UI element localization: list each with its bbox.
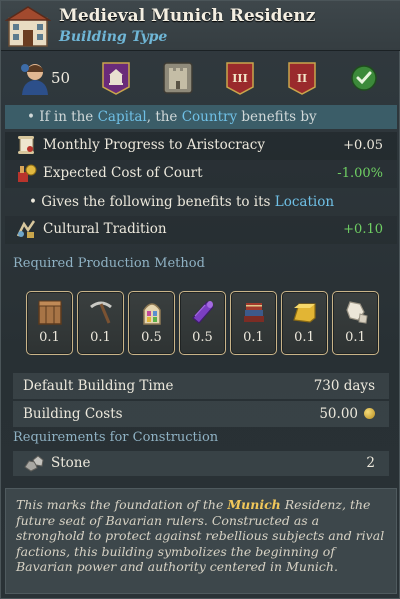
gold-coin-icon (364, 408, 375, 419)
capital-middle: , the (146, 109, 182, 125)
castle-icon[interactable] (163, 61, 193, 95)
capital-prefix: • If in the (27, 109, 98, 125)
building-cost-row: Building Costs 50.00 (13, 401, 389, 427)
building-icon (5, 6, 51, 47)
building-time-label: Default Building Time (23, 378, 174, 394)
nobles-pop-value: 50 (51, 69, 71, 87)
tradition-icon (16, 220, 36, 238)
input-good-value: 0.1 (294, 330, 315, 345)
stained-glass-icon (143, 303, 161, 325)
input-good-slot[interactable]: 0.1 (26, 291, 73, 355)
location-prefix: • Gives the following benefits to its (29, 194, 275, 210)
modifier-row: Expected Cost of Court -1.00% (5, 160, 397, 188)
crate-icon (38, 300, 62, 325)
tier-two-icon[interactable]: II (287, 61, 317, 95)
requirements-title: Requirements for Construction (13, 430, 219, 445)
requirement-value: 2 (366, 455, 375, 471)
building-time-value: 730 days (313, 378, 375, 394)
modifier-row: Cultural Tradition +0.10 (5, 216, 397, 244)
tooltip-header: Medieval Munich Residenz Building Type (1, 1, 400, 51)
input-good-slot[interactable]: 0.1 (77, 291, 124, 355)
input-good-slot[interactable]: 0.5 (128, 291, 175, 355)
building-cost-value: 50.00 (319, 406, 358, 422)
input-good-value: 0.1 (39, 330, 60, 345)
pickaxe-icon (90, 301, 112, 324)
modifier-row: Monthly Progress to Aristocracy +0.05 (5, 132, 397, 160)
country-link[interactable]: Country (182, 109, 237, 125)
input-good-slot[interactable]: 0.5 (179, 291, 226, 355)
building-tooltip: Medieval Munich Residenz Building Type 5… (0, 0, 400, 599)
modifier-value: -1.00% (337, 166, 383, 181)
input-good-value: 0.1 (345, 330, 366, 345)
requirement-label: Stone (51, 455, 91, 471)
modifier-label: Expected Cost of Court (43, 165, 203, 181)
location-link[interactable]: Location (275, 194, 334, 210)
modifier-value: +0.05 (343, 138, 383, 153)
flavor-text: This marks the foundation of the Munich … (5, 488, 397, 594)
modifier-label: Monthly Progress to Aristocracy (43, 137, 265, 153)
input-good-value: 0.5 (141, 330, 162, 345)
production-method-title: Required Production Method (13, 256, 205, 271)
checkmark-icon[interactable] (349, 61, 379, 95)
requirement-row: Stone 2 (13, 451, 389, 476)
input-good-value: 0.1 (243, 330, 264, 345)
tier-two-label: II (297, 72, 307, 85)
location-benefits-header: • Gives the following benefits to its Lo… (29, 194, 334, 210)
stone-icon (24, 455, 44, 472)
input-good-value: 0.5 (192, 330, 213, 345)
building-type-link[interactable]: Building Type (59, 29, 167, 45)
input-good-slot[interactable]: 0.1 (230, 291, 277, 355)
marble-icon (346, 301, 368, 324)
building-title: Medieval Munich Residenz (59, 6, 316, 26)
input-good-slot[interactable]: 0.1 (332, 291, 379, 355)
cloth-icon (192, 301, 214, 324)
palace-icon[interactable] (101, 61, 131, 95)
books-icon (244, 303, 264, 322)
capital-suffix: benefits by (237, 109, 317, 125)
building-attributes-row: 50 III II (1, 57, 400, 101)
scroll-icon (18, 136, 34, 154)
court-cost-icon (18, 164, 37, 182)
input-good-slot[interactable]: 0.1 (281, 291, 328, 355)
nobles-pop-icon[interactable] (19, 61, 51, 95)
input-good-value: 0.1 (90, 330, 111, 345)
modifier-value: +0.10 (343, 222, 383, 237)
modifier-label: Cultural Tradition (43, 221, 167, 237)
building-cost-label: Building Costs (23, 406, 123, 422)
capital-link[interactable]: Capital (98, 109, 147, 125)
flavor-highlight: Munich (227, 497, 281, 512)
building-time-row: Default Building Time 730 days (13, 373, 389, 399)
capital-benefits-header: • If in the Capital, the Country benefit… (5, 105, 397, 129)
gold-ingot-icon (293, 303, 316, 323)
flavor-part1: This marks the foundation of the (16, 497, 228, 512)
tier-three-icon[interactable]: III (225, 61, 255, 95)
tier-three-label: III (232, 72, 247, 85)
